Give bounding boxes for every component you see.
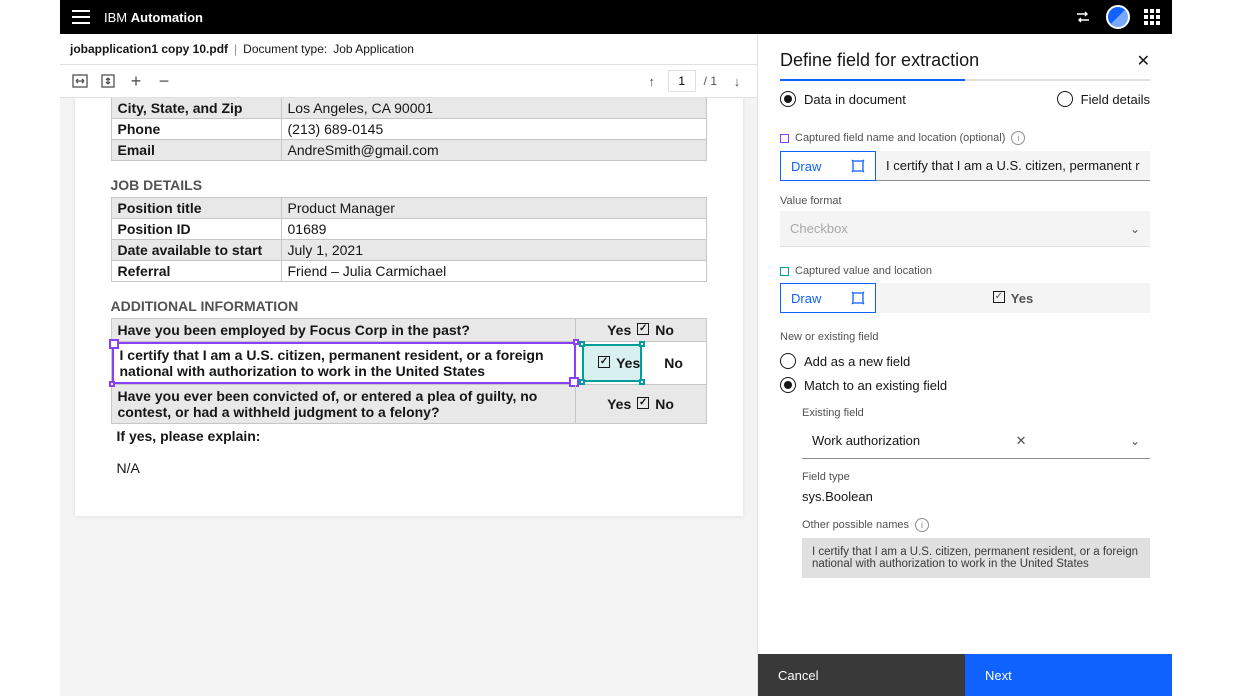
prev-page-button[interactable]: ↑ [640, 69, 664, 93]
menu-icon[interactable] [72, 10, 90, 24]
new-or-existing-label: New or existing field [780, 331, 1150, 343]
tab-field-details[interactable]: Field details [1057, 91, 1150, 107]
other-names-value: I certify that I am a U.S. citizen, perm… [802, 538, 1150, 578]
radio-add-new[interactable]: Add as a new field [780, 349, 1150, 373]
fit-width-icon[interactable] [68, 69, 92, 93]
doc-toolbar: + − ↑ / 1 ↓ [60, 64, 757, 98]
captured-name-label: Captured field name and location (option… [780, 131, 1150, 145]
table-row: Referral Friend – Julia Carmichael [111, 261, 707, 282]
brand: IBM Automation [104, 10, 203, 25]
table-row: Date available to start July 1, 2021 [111, 240, 707, 261]
other-names-label: Other possible names i [802, 518, 1150, 532]
doctype: Job Application [333, 42, 414, 56]
checkbox-icon [637, 323, 649, 335]
captured-field-name-highlight[interactable]: I certify that I am a U.S. citizen, perm… [112, 342, 576, 384]
draw-value-button[interactable]: Draw [780, 283, 876, 313]
brand-name: Automation [131, 10, 203, 25]
doc-header: jobapplication1 copy 10.pdf | Document t… [60, 34, 757, 64]
captured-value-display: Yes [876, 283, 1150, 313]
section-title: ADDITIONAL INFORMATION [111, 282, 707, 318]
section-title: JOB DETAILS [111, 161, 707, 197]
table-row: Position title Product Manager [111, 197, 707, 219]
checkbox-icon [598, 356, 610, 368]
filename: jobapplication1 copy 10.pdf [70, 42, 228, 56]
table-row: City, State, and Zip Los Angeles, CA 900… [111, 98, 707, 119]
page-total: / 1 [700, 74, 721, 88]
switcher-icon[interactable] [1074, 8, 1092, 26]
brand-prefix: IBM [104, 10, 131, 25]
page-current-input[interactable] [668, 70, 696, 92]
value-format-select: Checkbox ⌄ [780, 211, 1150, 247]
close-icon[interactable]: ✕ [1137, 51, 1150, 71]
chevron-down-icon[interactable]: ⌄ [1130, 434, 1140, 448]
chevron-down-icon: ⌄ [1130, 222, 1140, 236]
table-row: Have you ever been convicted of, or ente… [111, 385, 707, 424]
field-type-label: Field type [802, 471, 1150, 483]
explain-value: N/A [111, 448, 707, 476]
explain-label: If yes, please explain: [111, 424, 707, 448]
table-row: Position ID 01689 [111, 219, 707, 240]
captured-value-label: Captured value and location [780, 265, 1150, 277]
document-page: City, State, and Zip Los Angeles, CA 900… [75, 98, 743, 516]
avatar[interactable] [1106, 5, 1130, 29]
value-format-label: Value format [780, 195, 1150, 207]
clear-icon[interactable]: ✕ [1016, 433, 1027, 449]
draw-name-button[interactable]: Draw [780, 151, 876, 181]
cancel-button[interactable]: Cancel [758, 654, 965, 696]
info-icon[interactable]: i [915, 518, 929, 532]
table-row: Email AndreSmith@gmail.com [111, 140, 707, 161]
doc-scroll[interactable]: City, State, and Zip Los Angeles, CA 900… [60, 98, 757, 696]
radio-match-existing[interactable]: Match to an existing field [780, 373, 1150, 397]
table-row: Have you been employed by Focus Corp in … [111, 318, 707, 342]
captured-name-input[interactable] [876, 151, 1150, 181]
panel-title: Define field for extraction [780, 50, 1137, 71]
panel-footer: Cancel Next [758, 654, 1172, 696]
info-icon[interactable]: i [1011, 131, 1025, 145]
existing-field-label: Existing field [802, 407, 1150, 419]
next-page-button[interactable]: ↓ [725, 69, 749, 93]
top-bar: IBM Automation [60, 0, 1172, 34]
tab-data-in-document[interactable]: Data in document [780, 91, 906, 107]
document-pane: jobapplication1 copy 10.pdf | Document t… [60, 34, 758, 696]
square-teal-icon [780, 267, 789, 276]
checkbox-icon [637, 397, 649, 409]
side-panel: Define field for extraction ✕ Data in do… [758, 34, 1172, 696]
fit-page-icon[interactable] [96, 69, 120, 93]
checkbox-icon [993, 291, 1005, 303]
zoom-in-button[interactable]: + [124, 69, 148, 93]
zoom-out-button[interactable]: − [152, 69, 176, 93]
table-row: I certify that I am a U.S. citizen, perm… [111, 342, 707, 385]
doctype-label: Document type: [243, 42, 327, 56]
square-purple-icon [780, 134, 789, 143]
table-row: Phone (213) 689-0145 [111, 119, 707, 140]
field-type-value: sys.Boolean [802, 483, 1150, 508]
existing-field-select[interactable]: Work authorization ✕ ⌄ [802, 423, 1150, 459]
app-switcher-icon[interactable] [1144, 9, 1160, 25]
next-button[interactable]: Next [965, 654, 1172, 696]
